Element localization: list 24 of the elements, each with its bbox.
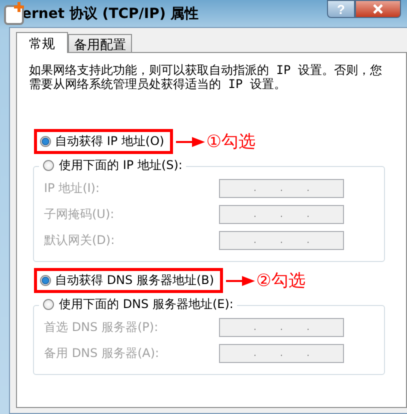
arrow-icon <box>176 136 206 146</box>
help-button[interactable]: ? <box>327 0 355 18</box>
description-text: 如果网络支持此功能，则可以获取自动指派的 IP 设置。否则，您需要从网络系统管理员处获得适当的 IP 设置。 <box>29 63 383 91</box>
field-label: 备用 DNS 服务器(A): <box>44 344 160 362</box>
annotation-text: ②勾选 <box>256 270 306 292</box>
field-label: 首选 DNS 服务器(P): <box>44 318 160 336</box>
field-label: 子网掩码(U): <box>44 206 116 222</box>
close-icon <box>372 4 384 14</box>
tab[interactable]: 常规 <box>16 32 68 53</box>
radio-label: 自动获得 IP 地址(O) <box>55 133 164 150</box>
field-label: IP 地址(I): <box>44 180 101 196</box>
arrow-icon <box>226 276 256 286</box>
window-title: ernet 协议 (TCP/IP) 属性 <box>22 4 199 22</box>
annotation-text: ①勾选 <box>206 131 256 153</box>
radio-label: 使用下面的 DNS 服务器地址(E): <box>59 296 234 313</box>
radio-button[interactable] <box>43 299 54 310</box>
field-label: 默认网关(D): <box>44 232 116 248</box>
radio-button[interactable] <box>43 160 54 171</box>
radio-button[interactable] <box>40 136 51 147</box>
radio-label: 自动获得 DNS 服务器地址(B) <box>55 272 214 289</box>
radio-label: 使用下面的 IP 地址(S): <box>59 157 182 174</box>
tab[interactable]: 备用配置 <box>68 34 132 52</box>
radio-button[interactable] <box>40 275 51 286</box>
close-button[interactable] <box>355 0 401 18</box>
